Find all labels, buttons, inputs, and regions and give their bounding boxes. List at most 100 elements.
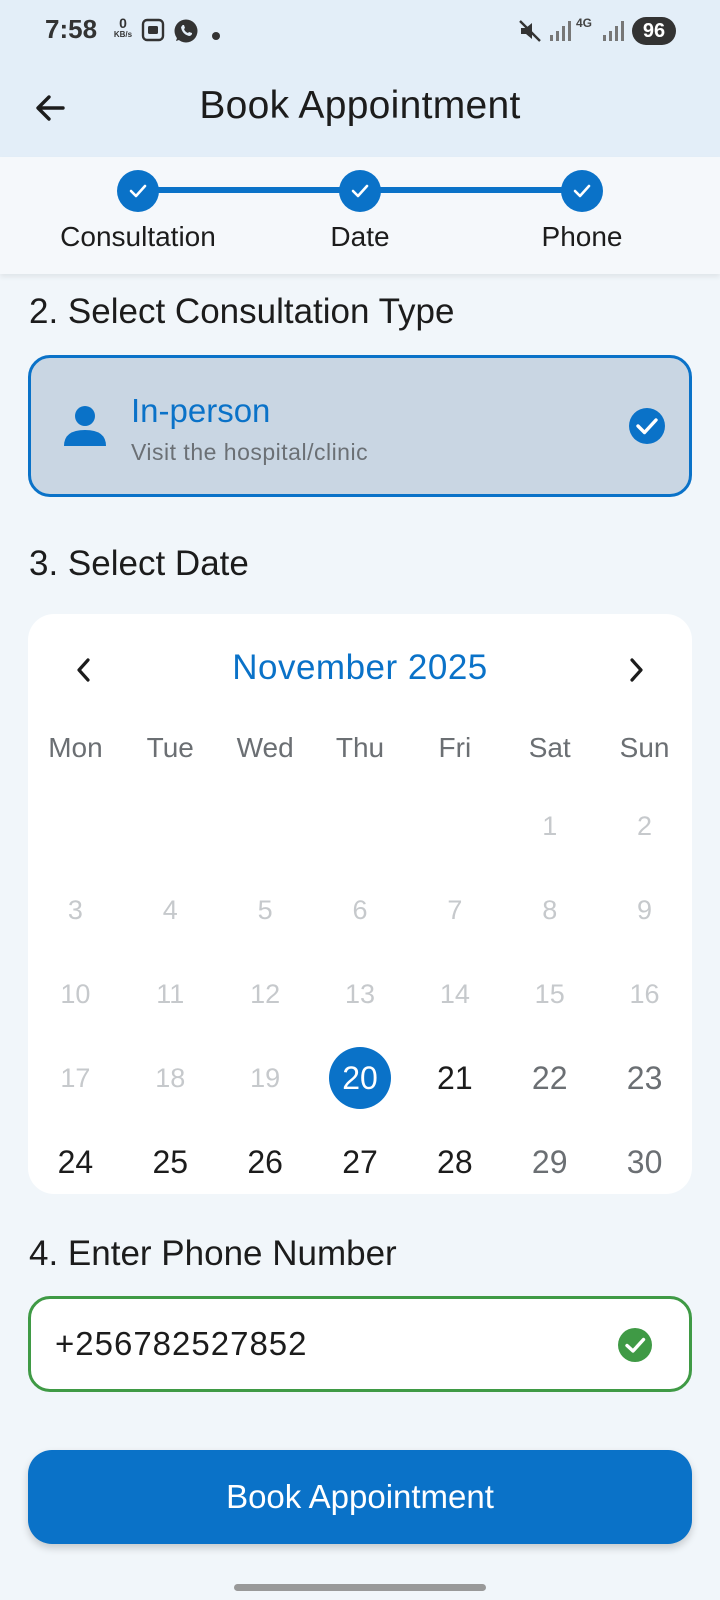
consultation-section-title: 2. Select Consultation Type	[29, 292, 455, 331]
phone-input[interactable]: +256782527852	[28, 1296, 692, 1392]
calendar-day[interactable]: 27	[313, 1120, 408, 1204]
calendar-day-number: 3	[67, 894, 83, 925]
weekday-label: Fri	[438, 732, 472, 763]
calendar-day[interactable]: 24	[28, 1120, 123, 1204]
calendar: November 2025 Mon Tue Wed Thu Fri Sat Su…	[28, 614, 692, 1194]
consultation-option-title: In-person	[131, 392, 271, 429]
calendar-day: 19	[218, 1036, 313, 1120]
calendar-day: 1	[502, 784, 597, 868]
weekday-label: Tue	[146, 732, 194, 763]
calendar-day: 2	[597, 784, 692, 868]
calendar-day[interactable]: 21	[407, 1036, 502, 1120]
calendar-day: 11	[123, 952, 218, 1036]
calendar-day: 10	[28, 952, 123, 1036]
calendar-day-number: 17	[60, 1062, 91, 1093]
calendar-day: 15	[502, 952, 597, 1036]
weekday-label: Sun	[619, 732, 670, 763]
calendar-day: 12	[218, 952, 313, 1036]
check-icon	[573, 184, 591, 198]
status-bar: 7:58 0 KB/s 4G 96	[0, 0, 720, 62]
calendar-day-number: 23	[626, 1059, 663, 1096]
calendar-day[interactable]: 26	[218, 1120, 313, 1204]
calendar-weekday-header: Mon Tue Wed Thu Fri Sat Sun	[28, 732, 692, 764]
calendar-day: 5	[218, 868, 313, 952]
battery-level: 96	[632, 17, 676, 45]
calendar-day-number: 21	[437, 1059, 473, 1096]
weekday-label: Sat	[528, 732, 571, 763]
signal-icon	[602, 20, 624, 47]
calendar-day[interactable]: 25	[123, 1120, 218, 1204]
calendar-day-number: 19	[250, 1062, 281, 1093]
check-icon	[351, 184, 369, 198]
calendar-day-grid: 1 2 3 4 5 6 7 8 9 10 11 12 13 14 15 16 17 18 19 20 21 22 23 24 2…	[28, 784, 692, 1204]
home-indicator[interactable]	[234, 1584, 486, 1591]
calendar-day-number: 12	[250, 978, 281, 1009]
calendar-day-number: 20	[328, 1047, 391, 1109]
calendar-day-number: 7	[447, 894, 463, 925]
calendar-day-number: 2	[637, 810, 653, 841]
calendar-day-number: 1	[542, 810, 558, 841]
step-date-dot	[339, 170, 381, 212]
next-month-button[interactable]	[618, 652, 654, 688]
calendar-day-number: 9	[637, 894, 653, 925]
calendar-day[interactable]: 23	[597, 1036, 692, 1120]
calendar-day[interactable]: 29	[502, 1120, 597, 1204]
step-phone-label: Phone	[541, 221, 623, 252]
calendar-day-number: 18	[155, 1062, 186, 1093]
calendar-day-number: 11	[156, 978, 185, 1009]
calendar-blank-cell	[123, 784, 218, 868]
calendar-day-number: 4	[162, 894, 178, 925]
calendar-blank-cell	[313, 784, 408, 868]
app-bar: Book Appointment	[0, 62, 720, 157]
check-icon	[129, 184, 147, 198]
calendar-day-number: 6	[352, 894, 368, 925]
screenshot-icon	[141, 18, 165, 47]
calendar-day[interactable]: 22	[502, 1036, 597, 1120]
calendar-day-number: 16	[629, 978, 660, 1009]
calendar-day: 7	[407, 868, 502, 952]
calendar-day: 13	[313, 952, 408, 1036]
step-phone-dot	[561, 170, 603, 212]
weekday-label: Wed	[236, 732, 294, 763]
calendar-day-number: 14	[439, 978, 470, 1009]
calendar-day-selected[interactable]: 20	[313, 1036, 408, 1120]
step-connector	[138, 187, 360, 193]
calendar-day-number: 28	[437, 1143, 473, 1180]
calendar-day-number: 10	[60, 978, 91, 1009]
calendar-day-number: 5	[257, 894, 273, 925]
calendar-day-number: 25	[152, 1143, 189, 1180]
phone-input-value[interactable]: +256782527852	[55, 1325, 308, 1363]
step-consultation-label: Consultation	[60, 221, 216, 252]
calendar-day: 9	[597, 868, 692, 952]
network-speed: 0 KB/s	[110, 16, 136, 40]
calendar-day-number: 26	[247, 1143, 283, 1180]
weekday-label: Thu	[335, 732, 385, 763]
calendar-day: 3	[28, 868, 123, 952]
check-circle-icon	[629, 408, 665, 449]
calendar-day-number: 22	[531, 1059, 568, 1096]
calendar-day-number: 29	[531, 1143, 568, 1180]
network-speed-value: 0	[119, 15, 127, 31]
weekday-label: Mon	[48, 732, 103, 763]
step-consultation-dot	[117, 170, 159, 212]
status-time: 7:58	[45, 14, 98, 44]
calendar-day-number: 15	[534, 978, 565, 1009]
consultation-option-subtitle: Visit the hospital/clinic	[131, 439, 369, 465]
calendar-day: 16	[597, 952, 692, 1036]
calendar-blank-cell	[28, 784, 123, 868]
calendar-day-number: 24	[57, 1143, 94, 1180]
book-appointment-button[interactable]: Book Appointment	[28, 1450, 692, 1544]
calendar-day[interactable]: 30	[597, 1120, 692, 1204]
consultation-option-in-person[interactable]: In-person Visit the hospital/clinic	[28, 355, 692, 497]
calendar-day-number: 8	[542, 894, 558, 925]
calendar-day: 14	[407, 952, 502, 1036]
chevron-right-icon	[630, 658, 643, 682]
phone-section-title: 4. Enter Phone Number	[29, 1234, 397, 1273]
network-type: 4G	[576, 16, 593, 30]
calendar-day-number: 13	[344, 978, 375, 1009]
calendar-day[interactable]: 28	[407, 1120, 502, 1204]
check-circle-icon	[617, 1327, 653, 1368]
network-speed-unit: KB/s	[113, 30, 133, 39]
calendar-day: 8	[502, 868, 597, 952]
signal-icon	[549, 20, 571, 47]
